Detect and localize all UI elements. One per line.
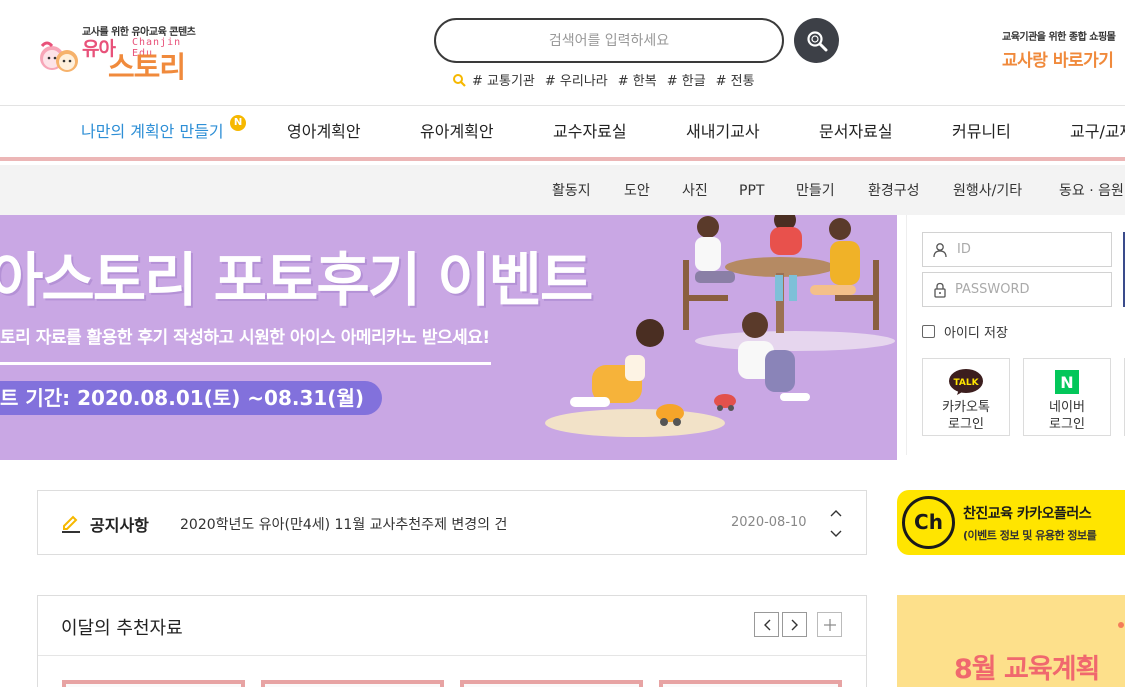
subnav-item-craft[interactable]: 만들기 bbox=[796, 165, 835, 217]
password-input[interactable] bbox=[955, 282, 1105, 297]
password-field bbox=[922, 272, 1112, 307]
naver-login-button[interactable]: N 네이버 로그인 bbox=[1023, 358, 1111, 436]
subnav-item-songs[interactable]: 동요 · 음원 bbox=[1059, 165, 1124, 217]
search-input[interactable] bbox=[436, 20, 782, 61]
popular-tags: # 교통기관 # 우리나라 # 한복 # 한글 # 전통 bbox=[452, 70, 755, 89]
kakao-channel-icon: Ch bbox=[902, 496, 955, 549]
recommend-thumbnail[interactable] bbox=[261, 680, 444, 687]
monthly-plan-banner[interactable]: 8월 교육계획 bbox=[897, 595, 1125, 687]
shop-link[interactable]: 교육기관을 위한 종합 쇼핑몰 교사랑 바로가기 bbox=[1002, 28, 1125, 71]
kakao-plus-title: 찬진교육 카카오플러스 bbox=[963, 506, 1092, 522]
subnav-item-environment[interactable]: 환경구성 bbox=[868, 165, 920, 217]
banner-dot bbox=[1118, 622, 1124, 628]
kakao-login-line1: 카카오톡 bbox=[942, 400, 990, 415]
mascot-logo-icon bbox=[40, 41, 78, 72]
naver-login-line1: 네이버 bbox=[1049, 400, 1085, 415]
remember-id-label: 아이디 저장 bbox=[944, 326, 1008, 341]
chevron-up-icon bbox=[830, 510, 842, 517]
login-panel: 아이디 저장 TALK 카카오톡 로그인 N 네이버 로그인 bbox=[906, 215, 1125, 455]
tag-link[interactable]: # 한복 bbox=[618, 70, 657, 89]
children-playing-illustration bbox=[545, 215, 895, 437]
nav-item-infant-plan[interactable]: 영아계획안 bbox=[287, 106, 361, 158]
nav-item-teaching-materials[interactable]: 교수자료실 bbox=[553, 106, 627, 158]
notice-prev-button[interactable] bbox=[828, 506, 844, 520]
banner-divider bbox=[0, 362, 491, 365]
id-field bbox=[922, 232, 1112, 267]
tag-link[interactable]: # 한글 bbox=[667, 70, 706, 89]
chevron-right-icon bbox=[791, 619, 798, 630]
shop-link-main: 교사랑 바로가기 bbox=[1002, 51, 1114, 71]
nav-item-community[interactable]: 커뮤니티 bbox=[952, 106, 1011, 158]
subnav-item-ppt[interactable]: PPT bbox=[739, 165, 764, 217]
search-tag-icon bbox=[452, 73, 466, 87]
recommend-thumbnail[interactable] bbox=[460, 680, 643, 687]
search-icon bbox=[806, 30, 827, 51]
chevron-left-icon bbox=[763, 619, 770, 630]
subnav-item-pattern[interactable]: 도안 bbox=[624, 165, 650, 217]
tag-link[interactable]: # 교통기관 bbox=[472, 70, 535, 89]
notice-bar: 공지사항 2020학년도 유아(만4세) 11월 교사추천주제 변경의 건 20… bbox=[37, 490, 867, 555]
recommend-thumbnail[interactable] bbox=[62, 680, 245, 687]
lock-icon bbox=[934, 282, 946, 298]
kakao-plus-banner[interactable]: Ch 찬진교육 카카오플러스 (이벤트 정보 및 유용한 정보를 bbox=[897, 490, 1125, 555]
naver-icon: N bbox=[1024, 369, 1110, 395]
kakao-talk-icon: TALK bbox=[923, 369, 1009, 395]
logo-brand-sub: 스토리 bbox=[108, 50, 186, 84]
sub-nav: 활동지 도안 사진 PPT 만들기 환경구성 원행사/기타 동요 · 음원 bbox=[0, 165, 1125, 215]
banner-title: 아스토리 포토후기 이벤트 bbox=[0, 246, 593, 314]
main-nav: 나만의 계획안 만들기 N 영아계획안 유아계획안 교수자료실 새내기교사 문서… bbox=[0, 105, 1125, 161]
subnav-item-events[interactable]: 원행사/기타 bbox=[953, 165, 1022, 217]
chevron-down-icon bbox=[830, 530, 842, 537]
recommend-divider bbox=[38, 655, 866, 656]
banner-subtitle: 토리 자료를 활용한 후기 작성하고 시원한 아이스 아메리카노 받으세요! bbox=[0, 328, 490, 348]
kakao-login-button[interactable]: TALK 카카오톡 로그인 bbox=[922, 358, 1010, 436]
notice-text[interactable]: 2020학년도 유아(만4세) 11월 교사추천주제 변경의 건 bbox=[180, 514, 507, 534]
recommend-prev-button[interactable] bbox=[754, 612, 779, 637]
naver-login-line2: 로그인 bbox=[1049, 417, 1085, 432]
nav-item-new-teacher[interactable]: 새내기교사 bbox=[686, 106, 760, 158]
subnav-item-photo[interactable]: 사진 bbox=[682, 165, 708, 217]
site-header: 교사를 위한 유아교육 콘텐츠 유아 Chanjin Edu 스토리 # 교통기… bbox=[0, 0, 1125, 105]
pencil-icon bbox=[62, 515, 80, 533]
plus-icon bbox=[823, 618, 836, 631]
recommend-more-button[interactable] bbox=[817, 612, 842, 637]
recommend-next-button[interactable] bbox=[782, 612, 807, 637]
monthly-plan-text: 8월 교육계획 bbox=[954, 654, 1100, 685]
event-banner[interactable]: 아스토리 포토후기 이벤트 토리 자료를 활용한 후기 작성하고 시원한 아이스… bbox=[0, 215, 897, 460]
new-badge: N bbox=[230, 115, 246, 131]
nav-item-my-plan[interactable]: 나만의 계획안 만들기 bbox=[81, 106, 224, 158]
kakao-plus-desc: (이벤트 정보 및 유용한 정보를 bbox=[963, 529, 1097, 542]
user-icon bbox=[933, 242, 947, 257]
id-input[interactable] bbox=[957, 242, 1107, 257]
notice-next-button[interactable] bbox=[828, 527, 844, 541]
nav-item-teaching-tools[interactable]: 교구/교재 bbox=[1070, 106, 1125, 158]
recommend-title: 이달의 추천자료 bbox=[61, 618, 183, 639]
banner-period: 트 기간: 2020.08.01(토) ~08.31(월) bbox=[0, 381, 382, 415]
notice-label[interactable]: 공지사항 bbox=[90, 512, 149, 536]
recommend-thumbnail[interactable] bbox=[659, 680, 842, 687]
recommend-section: 이달의 추천자료 bbox=[37, 595, 867, 687]
tag-link[interactable]: # 우리나라 bbox=[545, 70, 608, 89]
subnav-item-worksheet[interactable]: 활동지 bbox=[552, 165, 591, 217]
remember-id[interactable]: 아이디 저장 bbox=[922, 322, 1008, 341]
search-box bbox=[434, 18, 784, 63]
nav-item-child-plan[interactable]: 유아계획안 bbox=[420, 106, 494, 158]
kakao-login-line2: 로그인 bbox=[948, 417, 984, 432]
shop-link-sub: 교육기관을 위한 종합 쇼핑몰 bbox=[1002, 32, 1116, 43]
notice-date: 2020-08-10 bbox=[731, 515, 807, 530]
tag-link[interactable]: # 전통 bbox=[716, 70, 755, 89]
search-button[interactable] bbox=[794, 18, 839, 63]
kakao-icon-text: TALK bbox=[953, 378, 979, 388]
site-logo[interactable]: 교사를 위한 유아교육 콘텐츠 유아 Chanjin Edu 스토리 bbox=[36, 20, 206, 84]
nav-item-documents[interactable]: 문서자료실 bbox=[819, 106, 893, 158]
remember-id-checkbox[interactable] bbox=[922, 325, 935, 338]
naver-icon-text: N bbox=[1060, 373, 1073, 392]
